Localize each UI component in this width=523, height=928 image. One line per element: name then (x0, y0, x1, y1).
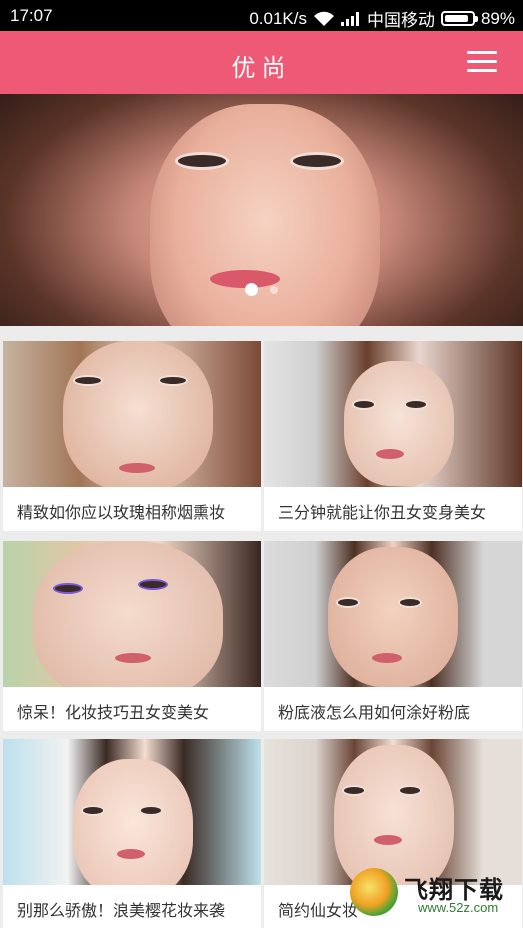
battery-percent: 89% (480, 8, 515, 28)
watermark: 飞翔下载 www.52z.com (350, 864, 520, 924)
carousel-dot-active (245, 283, 258, 296)
wifi-icon (313, 11, 335, 27)
battery-fill (444, 15, 468, 22)
carrier-name: 中国移动 (366, 11, 435, 30)
status-bar: 17:07 0.01K/s 中国移动 89% (0, 0, 523, 31)
article-title: 惊呆！化妆技巧丑女变美女 (17, 703, 210, 722)
watermark-url: www.52z.com (418, 900, 499, 915)
article-thumbnail (264, 541, 522, 687)
article-thumbnail (3, 739, 261, 885)
status-time: 17:07 (10, 6, 53, 25)
article-card[interactable]: 别那么骄傲！浪美樱花妆来袭 (3, 739, 261, 928)
article-card[interactable]: 三分钟就能让你丑女变身美女 (264, 341, 522, 531)
article-title: 精致如你应以玫瑰相称烟熏妆 (17, 503, 226, 522)
status-right: 0.01K/s 中国移动 89% (249, 6, 515, 31)
article-card[interactable]: 惊呆！化妆技巧丑女变美女 (3, 541, 261, 731)
article-card[interactable]: 精致如你应以玫瑰相称烟熏妆 (3, 341, 261, 531)
carousel-dot (270, 285, 278, 294)
carousel-indicator (0, 283, 523, 296)
banner-carousel[interactable] (0, 94, 523, 326)
article-thumbnail (3, 541, 261, 687)
watermark-logo-icon (350, 868, 398, 916)
battery-icon (440, 11, 478, 26)
article-title: 三分钟就能让你丑女变身美女 (278, 503, 487, 522)
article-thumbnail (264, 341, 522, 487)
signal-icon (340, 11, 361, 26)
article-card[interactable]: 粉底液怎么用如何涂好粉底 (264, 541, 522, 731)
app-bar: 优尚 (0, 31, 523, 94)
net-speed: 0.01K/s (249, 8, 307, 28)
article-title: 粉底液怎么用如何涂好粉底 (278, 703, 471, 722)
hamburger-menu-icon[interactable] (467, 49, 497, 75)
article-thumbnail (3, 341, 261, 487)
article-title: 别那么骄傲！浪美樱花妆来袭 (17, 901, 226, 920)
page-title: 优尚 (231, 54, 292, 82)
